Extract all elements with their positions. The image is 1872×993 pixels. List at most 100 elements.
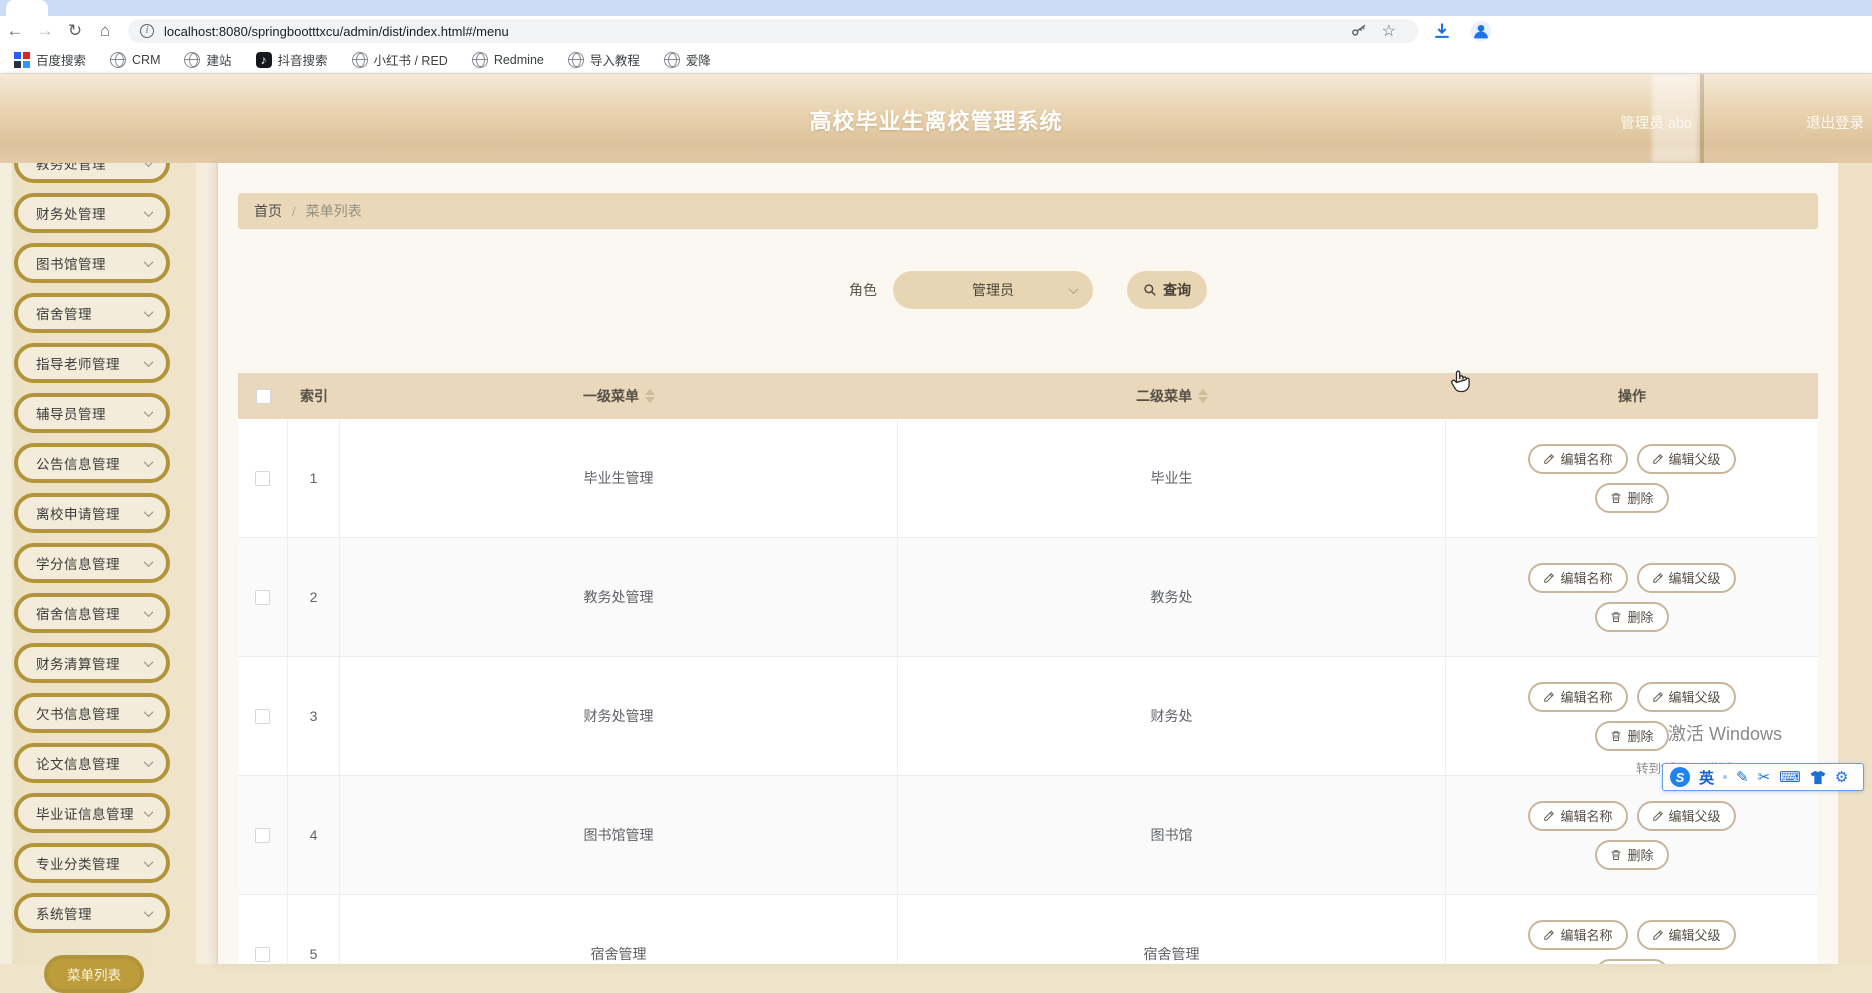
browser-toolbar: ← → ↻ ⌂ i localhost:8080/springbootttxcu… (0, 16, 1872, 46)
delete-button[interactable]: 删除 (1595, 839, 1669, 870)
row-checkbox[interactable] (255, 470, 270, 486)
edit-parent-button[interactable]: 编辑父级 (1636, 919, 1736, 950)
home-icon[interactable]: ⌂ (90, 21, 120, 41)
address-bar[interactable]: i localhost:8080/springbootttxcu/admin/d… (128, 19, 1418, 43)
sidebar-item[interactable]: 学分信息管理 (14, 543, 170, 583)
sidebar-item[interactable]: 图书馆管理 (14, 243, 170, 283)
breadcrumb-home[interactable]: 首页 (254, 201, 282, 221)
globe-icon (351, 51, 368, 68)
column-header-index[interactable]: 索引 (288, 373, 340, 419)
reload-icon[interactable]: ↻ (60, 21, 90, 41)
sidebar-item-menu-list-active[interactable]: 菜单列表 (44, 955, 144, 993)
bookmark-item[interactable]: 导入教程 (567, 50, 640, 69)
pencil-icon (1652, 810, 1663, 821)
ime-settings-gear-icon[interactable]: ⚙ (1835, 770, 1848, 785)
download-icon[interactable] (1432, 21, 1452, 41)
ime-keyboard-icon[interactable]: ⌨ (1779, 770, 1801, 785)
profile-avatar-icon[interactable] (1470, 20, 1492, 42)
role-select[interactable]: 管理员 (893, 271, 1093, 309)
row-level1-menu: 毕业生管理 (583, 470, 654, 486)
sidebar-item[interactable]: 专业分类管理 (14, 843, 170, 883)
column-header-level2[interactable]: 二级菜单 (898, 373, 1446, 419)
sidebar-item[interactable]: 论文信息管理 (14, 743, 170, 783)
delete-button[interactable]: 删除 (1595, 958, 1669, 964)
search-button[interactable]: 查询 (1127, 271, 1207, 309)
edit-name-button[interactable]: 编辑名称 (1528, 443, 1628, 474)
row-checkbox[interactable] (255, 946, 270, 962)
sort-icons[interactable] (1198, 389, 1208, 403)
sidebar-item[interactable]: 公告信息管理 (14, 443, 170, 483)
forward-icon[interactable]: → (30, 21, 60, 41)
ime-scissors-icon[interactable]: ✂ (1758, 770, 1771, 785)
table-row: 2 教务处管理 教务处 编辑名称 编辑父级 删除 (238, 538, 1818, 657)
bookmark-item[interactable]: Redmine (471, 51, 544, 68)
sidebar-item[interactable]: 财务清算管理 (14, 643, 170, 683)
sidebar-item[interactable]: 教务处管理 (14, 163, 170, 183)
sort-icons[interactable] (645, 389, 655, 403)
ime-language-toggle[interactable]: 英 (1699, 767, 1714, 788)
site-info-icon[interactable]: i (140, 24, 154, 38)
edit-parent-button[interactable]: 编辑父级 (1636, 800, 1736, 831)
search-icon (1144, 284, 1156, 296)
browser-tab[interactable] (6, 0, 48, 16)
row-level1-menu: 财务处管理 (583, 708, 654, 724)
breadcrumb: 首页 / 菜单列表 (238, 193, 1818, 229)
background-decor-mid (196, 163, 216, 964)
sidebar-item[interactable]: 欠书信息管理 (14, 693, 170, 733)
row-checkbox[interactable] (255, 708, 270, 724)
bookmark-item[interactable]: 建站 (184, 50, 232, 69)
background-decor-left (0, 163, 12, 964)
table-row: 3 财务处管理 财务处 编辑名称 编辑父级 删除 (238, 657, 1818, 776)
select-all-checkbox[interactable] (255, 388, 271, 404)
logout-link[interactable]: 退出登录 (1806, 112, 1864, 133)
edit-parent-button[interactable]: 编辑父级 (1636, 562, 1736, 593)
edit-name-button[interactable]: 编辑名称 (1528, 681, 1628, 712)
sidebar-item[interactable]: 辅导员管理 (14, 393, 170, 433)
baidu-icon (14, 51, 30, 68)
edit-parent-button[interactable]: 编辑父级 (1636, 443, 1736, 474)
edit-name-button[interactable]: 编辑名称 (1528, 800, 1628, 831)
row-level2-menu: 宿舍管理 (1143, 946, 1200, 962)
column-header-actions: 操作 (1618, 388, 1646, 404)
bookmark-item[interactable]: 抖音搜索 (255, 50, 328, 69)
delete-button[interactable]: 删除 (1595, 601, 1669, 632)
table-row: 1 毕业生管理 毕业生 编辑名称 编辑父级 删除 (238, 419, 1818, 538)
row-checkbox[interactable] (255, 827, 270, 843)
chevron-down-icon (143, 856, 154, 867)
search-button-label: 查询 (1163, 282, 1191, 298)
bookmark-item[interactable]: 小红书 / RED (351, 50, 448, 69)
pencil-icon (1652, 453, 1663, 464)
row-index: 1 (309, 470, 318, 486)
sidebar-item[interactable]: 宿舍信息管理 (14, 593, 170, 633)
globe-icon (663, 51, 680, 68)
filter-row: 角色 管理员 查询 (218, 271, 1838, 309)
sidebar-item[interactable]: 财务处管理 (14, 193, 170, 233)
trash-icon (1611, 492, 1621, 503)
password-key-icon[interactable] (1350, 22, 1368, 40)
column-header-level1[interactable]: 一级菜单 (340, 373, 898, 419)
ime-pen-icon[interactable]: ✎ (1736, 770, 1749, 785)
ime-skin-shirt-icon[interactable] (1810, 770, 1826, 785)
bookmark-item[interactable]: CRM (110, 51, 160, 68)
back-icon[interactable]: ← (0, 21, 30, 41)
edit-name-button[interactable]: 编辑名称 (1528, 562, 1628, 593)
sidebar-item[interactable]: 离校申请管理 (14, 493, 170, 533)
sidebar-item[interactable]: 毕业证信息管理 (14, 793, 170, 833)
menu-table: 索引 一级菜单 二级菜单 操作 1 毕业生管理 毕业生 编辑名称 编辑父级 删除… (238, 373, 1818, 964)
sidebar-item[interactable]: 指导老师管理 (14, 343, 170, 383)
main-content: 首页 / 菜单列表 角色 管理员 查询 索引 一级菜单 二级菜单 操作 1 毕业… (218, 163, 1838, 964)
row-checkbox[interactable] (255, 589, 270, 605)
row-level1-menu: 宿舍管理 (590, 946, 647, 962)
bookmark-item[interactable]: 百度搜索 (14, 50, 86, 69)
bookmark-star-icon[interactable]: ☆ (1382, 21, 1396, 41)
sidebar-item[interactable]: 系统管理 (14, 893, 170, 933)
ime-logo-icon[interactable]: S (1670, 767, 1690, 787)
sidebar-item[interactable]: 宿舍管理 (14, 293, 170, 333)
edit-name-button[interactable]: 编辑名称 (1528, 919, 1628, 950)
chevron-down-icon (143, 456, 154, 467)
delete-button[interactable]: 删除 (1595, 482, 1669, 513)
bookmark-item[interactable]: 爱降 (663, 50, 711, 69)
edit-parent-button[interactable]: 编辑父级 (1636, 681, 1736, 712)
chevron-down-icon (143, 906, 154, 917)
delete-button[interactable]: 删除 (1595, 720, 1669, 751)
